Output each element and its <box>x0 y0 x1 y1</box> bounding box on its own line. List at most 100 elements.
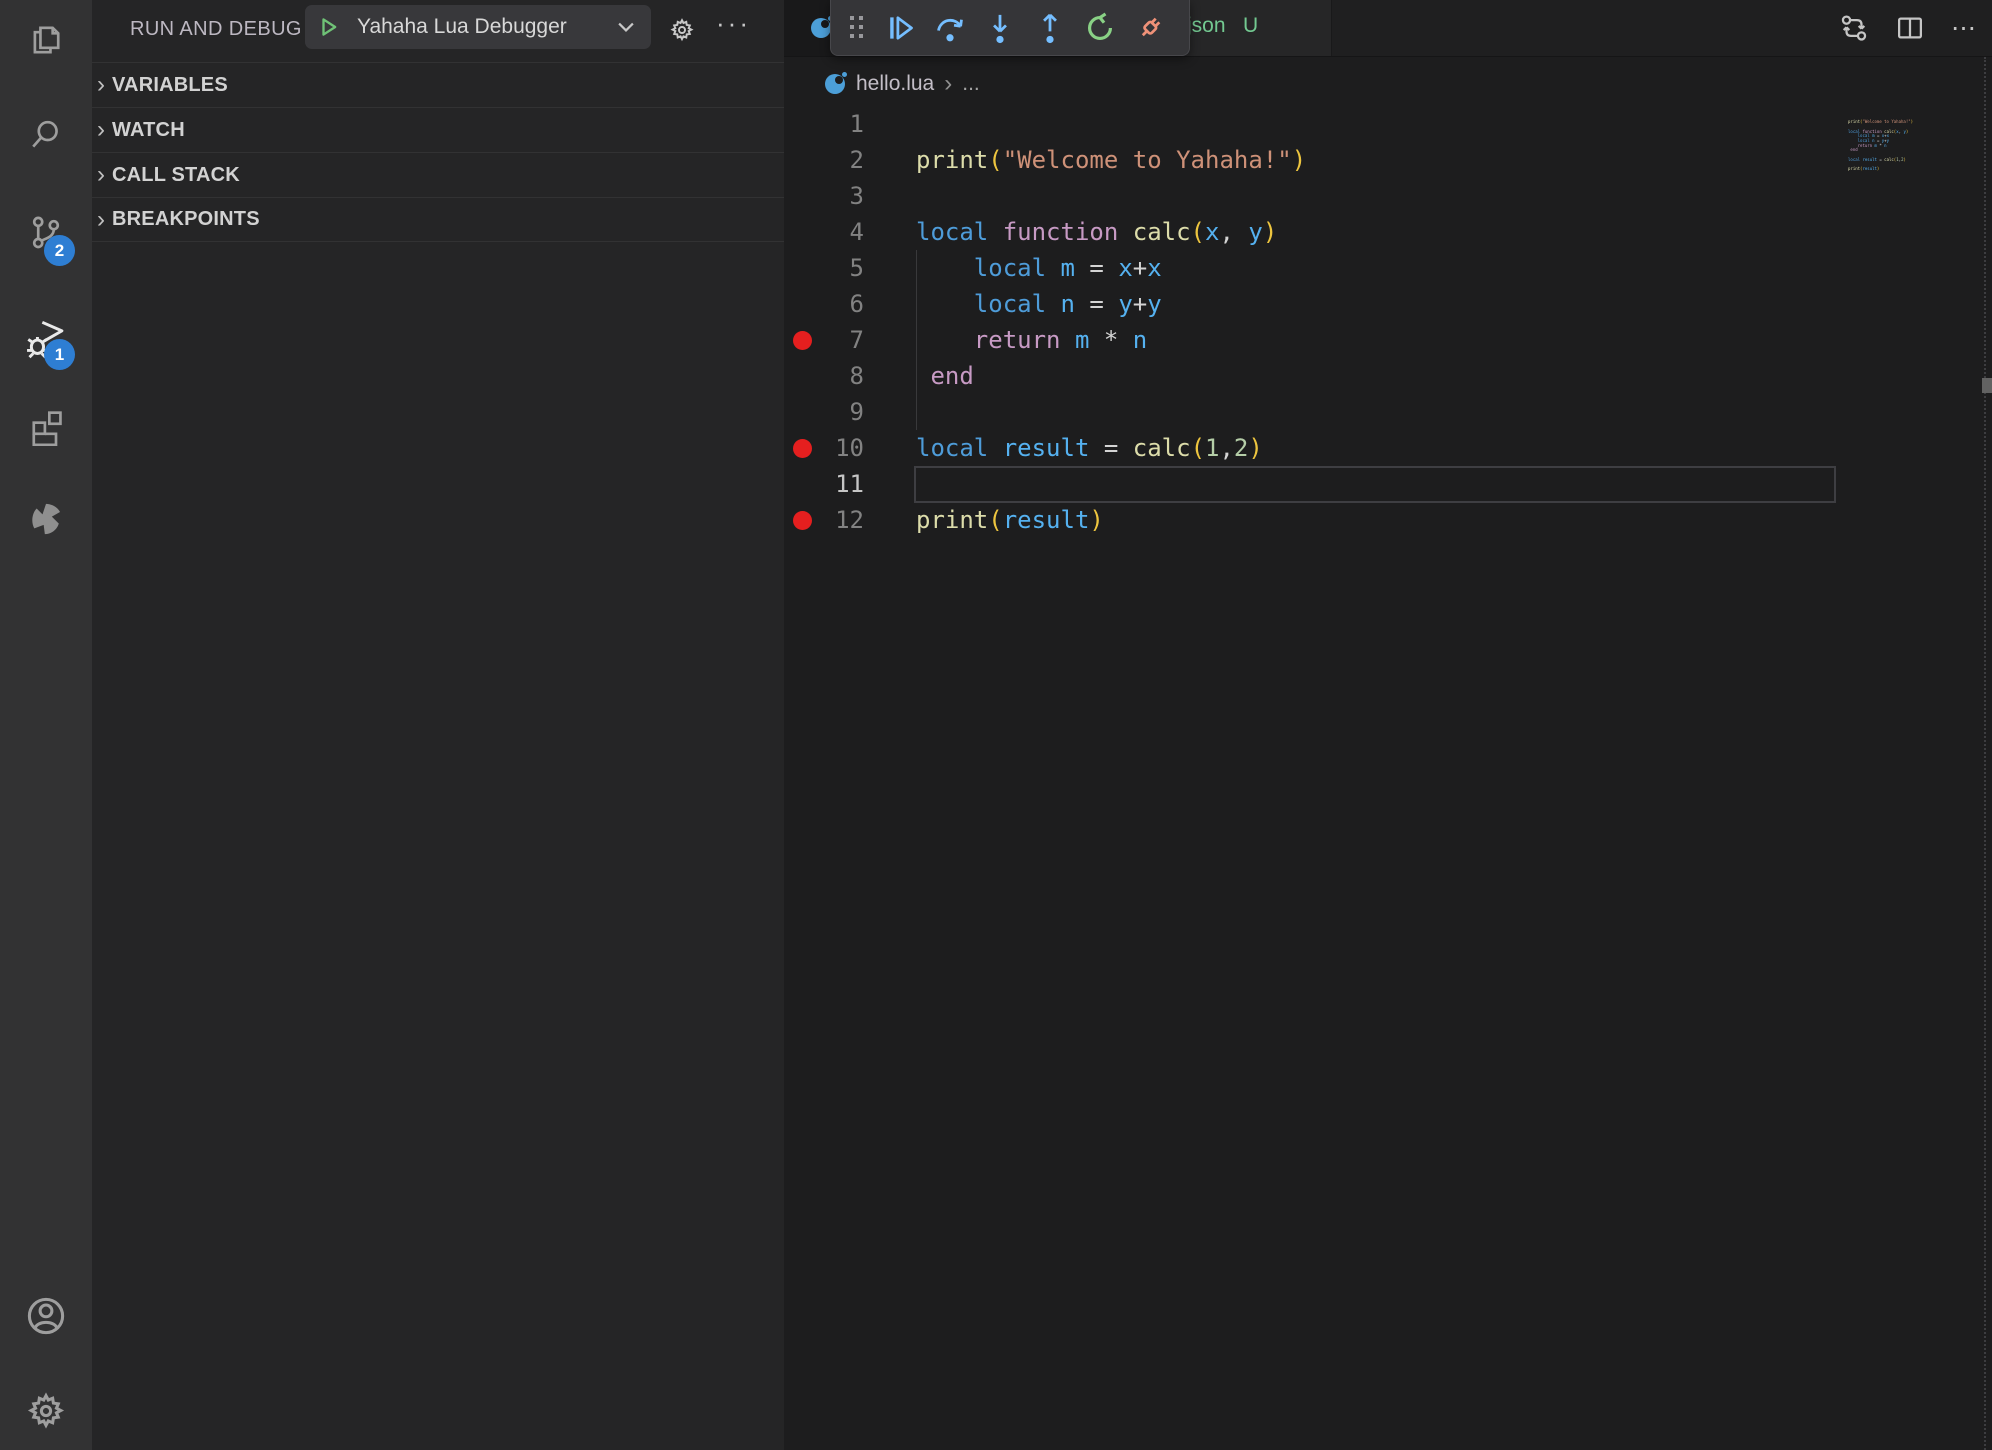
debug-config-dropdown[interactable]: Yahaha Lua Debugger <box>305 5 651 49</box>
debug-toolbar <box>830 0 1190 56</box>
code-editor[interactable]: 12print("Welcome to Yahaha!")34local fun… <box>784 106 1992 1450</box>
code-line[interactable]: 6 local n = y+y <box>784 286 1992 322</box>
editor-more-actions-button[interactable]: ⋯ <box>1951 13 1978 43</box>
code-line-text <box>864 178 916 214</box>
editor-actions: ⋯ <box>1839 0 1978 56</box>
line-number: 11 <box>820 466 864 502</box>
section-label: CALL STACK <box>112 164 240 187</box>
breadcrumb-file[interactable]: hello.lua <box>856 72 934 96</box>
step-out-icon <box>1033 11 1067 45</box>
breakpoint-gutter[interactable] <box>784 142 820 178</box>
line-number: 9 <box>820 394 864 430</box>
minimap[interactable]: print("Welcome to Yahaha!") local functi… <box>1848 106 1978 406</box>
section-watch[interactable]: › WATCH <box>92 107 784 152</box>
code-line[interactable]: 7 return m * n <box>784 322 1992 358</box>
chevron-right-icon: › <box>93 122 109 138</box>
section-label: BREAKPOINTS <box>112 208 260 231</box>
code-line[interactable]: 9 <box>784 394 1992 430</box>
code-line[interactable]: 2print("Welcome to Yahaha!") <box>784 142 1992 178</box>
breakpoint-gutter[interactable] <box>784 250 820 286</box>
code-line-text <box>864 466 916 502</box>
debug-config-label: Yahaha Lua Debugger <box>357 15 615 39</box>
line-number: 10 <box>820 430 864 466</box>
activity-bar-account[interactable] <box>0 1294 92 1342</box>
activity-bar-run-and-debug[interactable]: 1 <box>0 315 92 363</box>
lua-file-icon <box>824 73 846 95</box>
breakpoint-gutter[interactable] <box>784 214 820 250</box>
breakpoint-dot[interactable] <box>784 322 820 358</box>
start-debugging-icon[interactable] <box>318 16 340 38</box>
step-into-button[interactable] <box>975 5 1025 51</box>
activity-bar-search[interactable] <box>0 113 92 161</box>
sidebar-header: RUN AND DEBUG Yahaha Lua Debugger ··· <box>92 0 784 62</box>
split-editor-button[interactable] <box>1895 13 1925 43</box>
code-line[interactable]: 10local result = calc(1,2) <box>784 430 1992 466</box>
disconnect-icon <box>1133 11 1167 45</box>
step-over-icon <box>933 11 967 45</box>
line-number: 12 <box>820 502 864 538</box>
line-number: 4 <box>820 214 864 250</box>
activity-bar-settings[interactable] <box>0 1389 92 1437</box>
code-line[interactable]: 8 end <box>784 358 1992 394</box>
step-over-button[interactable] <box>925 5 975 51</box>
lua-file-icon <box>810 17 832 39</box>
continue-button[interactable] <box>875 5 925 51</box>
code-line-text: print(result) <box>864 502 1104 538</box>
code-line-text: local n = y+y <box>864 286 1162 322</box>
open-changes-icon <box>1839 13 1869 43</box>
code-line[interactable]: 12print(result) <box>784 502 1992 538</box>
breakpoint-gutter[interactable] <box>784 466 820 502</box>
breakpoint-gutter[interactable] <box>784 286 820 322</box>
code-line[interactable]: 1 <box>784 106 1992 142</box>
chevron-right-icon: › <box>93 167 109 183</box>
toolbar-drag-handle-icon[interactable] <box>839 15 875 41</box>
section-breakpoints[interactable]: › BREAKPOINTS <box>92 197 784 242</box>
line-number: 5 <box>820 250 864 286</box>
disconnect-button[interactable] <box>1125 5 1175 51</box>
step-out-button[interactable] <box>1025 5 1075 51</box>
code-line[interactable]: 5 local m = x+x <box>784 250 1992 286</box>
activity-bar-explorer[interactable] <box>0 18 92 66</box>
source-control-badge: 2 <box>44 235 75 266</box>
breadcrumb[interactable]: hello.lua › ... <box>784 62 980 106</box>
minimap-content: print("Welcome to Yahaha!") local functi… <box>1848 115 1978 171</box>
restart-button[interactable] <box>1075 5 1125 51</box>
step-into-icon <box>983 11 1017 45</box>
breadcrumb-symbol[interactable]: ... <box>962 72 980 96</box>
section-label: WATCH <box>112 119 185 142</box>
split-editor-icon <box>1895 13 1925 43</box>
section-variables[interactable]: › VARIABLES <box>92 62 784 107</box>
activity-bar-yahaha[interactable] <box>0 497 92 545</box>
activity-bar-extensions[interactable] <box>0 404 92 452</box>
breakpoint-gutter[interactable] <box>784 106 820 142</box>
open-changes-button[interactable] <box>1839 13 1869 43</box>
debug-view-sections: › VARIABLES › WATCH › CALL STACK › BREAK… <box>92 62 784 242</box>
scrollbar-thumb[interactable] <box>1982 378 1992 393</box>
line-number: 2 <box>820 142 864 178</box>
section-call-stack[interactable]: › CALL STACK <box>92 152 784 197</box>
search-icon <box>26 115 66 160</box>
code-line-text: local result = calc(1,2) <box>864 430 1263 466</box>
breakpoint-gutter[interactable] <box>784 358 820 394</box>
account-icon <box>23 1293 69 1344</box>
chevron-right-icon: › <box>93 77 109 93</box>
tab-bar: json U ⋯ <box>784 0 1992 57</box>
code-line[interactable]: 11 <box>784 466 1992 502</box>
code-line-text: return m * n <box>864 322 1147 358</box>
code-line[interactable]: 3 <box>784 178 1992 214</box>
code-line-text: local function calc(x, y) <box>864 214 1277 250</box>
code-line[interactable]: 4local function calc(x, y) <box>784 214 1992 250</box>
minimap-line: print(result) <box>1848 167 1978 172</box>
debug-settings-gear-button[interactable] <box>666 14 698 46</box>
section-label: VARIABLES <box>112 74 228 97</box>
tab-label: json <box>1187 14 1226 38</box>
scrollbar-track <box>1984 57 1986 1450</box>
views-more-actions-button[interactable]: ··· <box>716 8 751 39</box>
activity-bar-source-control[interactable]: 2 <box>0 211 92 259</box>
breakpoint-gutter[interactable] <box>784 178 820 214</box>
breakpoint-gutter[interactable] <box>784 394 820 430</box>
breakpoint-dot[interactable] <box>784 430 820 466</box>
chevron-down-icon <box>615 16 637 38</box>
explorer-icon <box>26 20 66 65</box>
breakpoint-dot[interactable] <box>784 502 820 538</box>
